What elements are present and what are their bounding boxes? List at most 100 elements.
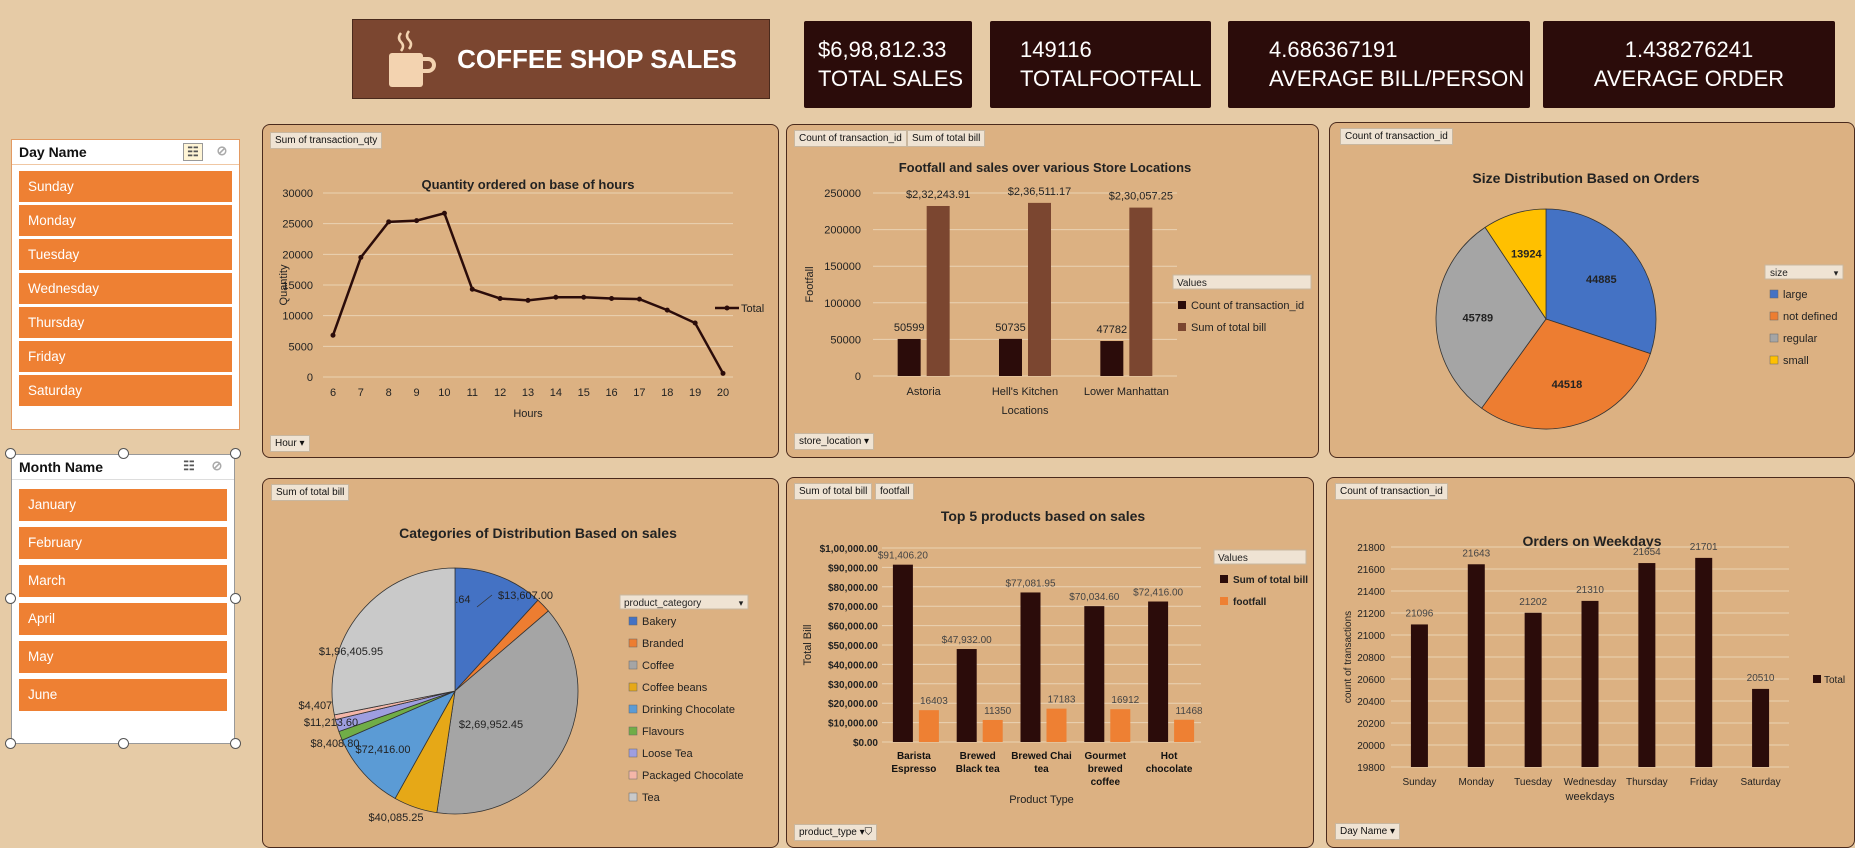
- x-tick-label: Saturday: [1741, 777, 1781, 788]
- data-point: [609, 295, 615, 301]
- slicer-item-tuesday[interactable]: Tuesday: [19, 239, 232, 270]
- legend-label: Count of transaction_id: [1191, 300, 1304, 312]
- slicer-item-may[interactable]: May: [19, 641, 227, 673]
- slicer-item-june[interactable]: June: [19, 679, 227, 711]
- x-tick-label: 13: [522, 387, 534, 399]
- y-tick-label: 0: [855, 371, 861, 383]
- legend-label: Coffee: [642, 660, 674, 672]
- bar-monday: [1467, 564, 1485, 767]
- x-tick-label: 8: [386, 387, 392, 399]
- x-tick-label: 12: [494, 387, 506, 399]
- x-tick-label: Friday: [1690, 777, 1718, 788]
- bar-count-lower-manhattan: [1100, 341, 1124, 376]
- data-label: 21202: [1519, 597, 1547, 608]
- size-distribution-chart: Size Distribution Based on Orders 44885 44…: [1435, 170, 1844, 430]
- x-axis-label: Hours: [513, 408, 543, 420]
- multi-select-icon[interactable]: ☷: [183, 143, 203, 161]
- data-label: 16403: [920, 696, 948, 707]
- resize-handle[interactable]: [5, 738, 16, 749]
- slicer-item-february[interactable]: February: [19, 527, 227, 559]
- x-tick-label: 9: [414, 387, 420, 399]
- kpi-average-order: 1.438276241 AVERAGE ORDER: [1543, 21, 1835, 108]
- x-tick-label: 14: [550, 387, 562, 399]
- legend-label: Flavours: [642, 726, 685, 738]
- data-point: [581, 294, 587, 300]
- x-tick-label: 15: [578, 387, 590, 399]
- bar-friday: [1695, 557, 1713, 767]
- x-tick-label: 18: [661, 387, 673, 399]
- y-tick-label: $50,000.00: [828, 641, 878, 652]
- bar-wednesday: [1581, 600, 1599, 767]
- slicer-item-wednesday[interactable]: Wednesday: [19, 273, 232, 304]
- legend-label: Loose Tea: [642, 748, 693, 760]
- legend-swatch: [628, 682, 638, 692]
- kpi-value: 149116: [1020, 36, 1092, 62]
- resize-handle[interactable]: [230, 738, 241, 749]
- legend-title: Values: [1177, 278, 1207, 289]
- data-label: 50599: [894, 322, 925, 334]
- slicer-item-sunday[interactable]: Sunday: [19, 171, 232, 202]
- legend-swatch: [1769, 333, 1779, 343]
- data-label: 11350: [984, 706, 1012, 717]
- legend-label: Total: [1824, 675, 1845, 686]
- legend-swatch: [1178, 323, 1186, 331]
- data-label: 21654: [1633, 547, 1661, 558]
- slicer-item-monday[interactable]: Monday: [19, 205, 232, 236]
- slicer-item-thursday[interactable]: Thursday: [19, 307, 232, 338]
- slicer-title: Month Name: [19, 459, 103, 475]
- chart-title: Categories of Distribution Based on sale…: [399, 525, 677, 541]
- slicer-item-saturday[interactable]: Saturday: [19, 375, 232, 406]
- slicer-title: Day Name: [19, 144, 87, 160]
- slicer-item-march[interactable]: March: [19, 565, 227, 597]
- bar-sum-lower-manhattan: [1129, 207, 1153, 376]
- slicer-header: Day Name ☷ ⊘: [12, 140, 239, 165]
- data-point: [720, 370, 726, 376]
- legend-label: regular: [1783, 333, 1818, 345]
- y-tick-label: 30000: [282, 188, 313, 200]
- legend-swatch: [1769, 311, 1779, 321]
- slicer-item-friday[interactable]: Friday: [19, 341, 232, 372]
- data-label: $72,416.00: [1133, 588, 1183, 599]
- clear-filter-icon[interactable]: ⊘: [208, 458, 226, 474]
- data-point: [553, 294, 559, 300]
- clear-filter-icon[interactable]: ⊘: [213, 143, 231, 159]
- x-tick-label: 16: [605, 387, 617, 399]
- multi-select-icon[interactable]: ☷: [180, 458, 198, 474]
- x-tick-label: 7: [358, 387, 364, 399]
- chart-title: Quantity ordered on base of hours: [421, 177, 634, 192]
- resize-handle[interactable]: [230, 448, 241, 459]
- bar-footfall: [1174, 719, 1195, 742]
- legend-label: small: [1783, 355, 1809, 367]
- dropdown-arrow-icon: ▾: [1834, 268, 1839, 278]
- bar-saturday: [1752, 688, 1770, 767]
- pie-data-label: $40,085.25: [368, 812, 423, 824]
- y-tick-label: 20600: [1357, 675, 1385, 686]
- resize-handle[interactable]: [5, 593, 16, 604]
- x-tick-label: Tuesday: [1514, 777, 1552, 788]
- legend-swatch: [628, 660, 638, 670]
- y-tick-label: $10,000.00: [828, 719, 878, 730]
- x-tick-label: Brewed Chai tea: [1011, 751, 1072, 775]
- data-point: [692, 320, 698, 326]
- bar-total-bill: [892, 564, 913, 742]
- resize-handle[interactable]: [230, 593, 241, 604]
- y-axis-label: count of transactions: [1343, 611, 1354, 703]
- slicer-item-april[interactable]: April: [19, 603, 227, 635]
- data-point: [636, 296, 642, 302]
- data-point: [469, 286, 475, 292]
- bar-total-bill: [1148, 601, 1169, 742]
- data-point: [525, 297, 531, 303]
- resize-handle[interactable]: [118, 738, 129, 749]
- bar-total-bill: [1020, 592, 1041, 742]
- slicer-item-january[interactable]: January: [19, 489, 227, 521]
- data-label: 21310: [1576, 585, 1604, 596]
- resize-handle[interactable]: [118, 448, 129, 459]
- data-label: 16912: [1111, 695, 1139, 706]
- legend-title: Values: [1218, 553, 1248, 564]
- y-axis-label: Quantity: [278, 264, 290, 305]
- pie-data-label: $72,416.00: [355, 744, 410, 756]
- resize-handle[interactable]: [5, 448, 16, 459]
- x-tick-label: Sunday: [1402, 777, 1436, 788]
- legend-title: size: [1770, 268, 1788, 279]
- y-tick-label: 25000: [282, 219, 313, 231]
